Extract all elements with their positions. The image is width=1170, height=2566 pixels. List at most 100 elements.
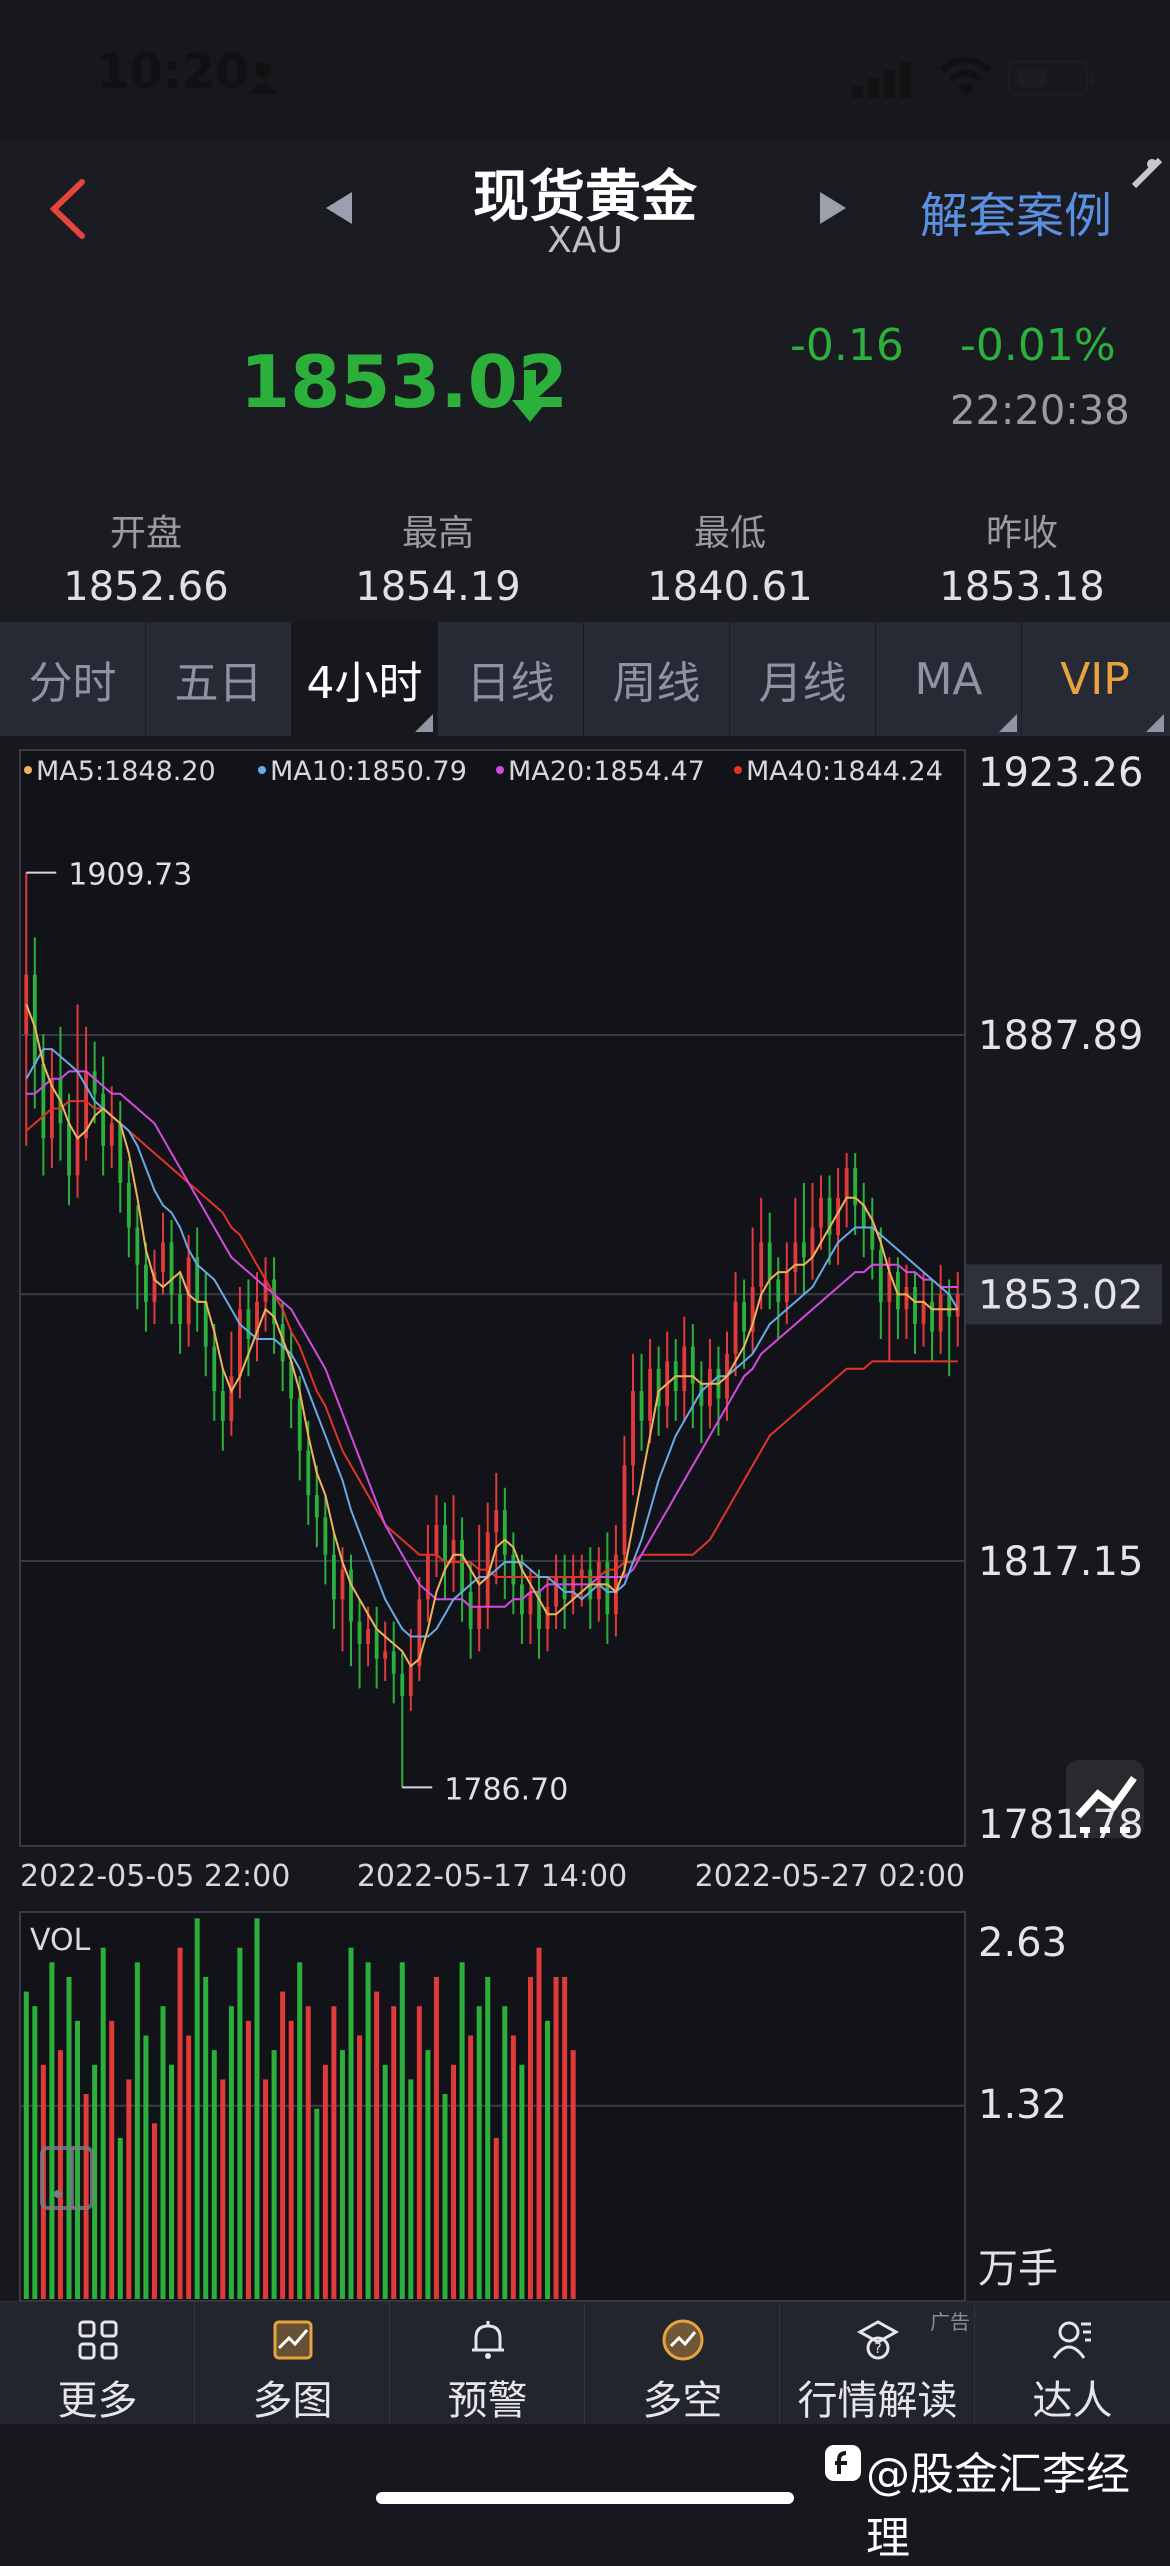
bull-bear-icon: [662, 2319, 704, 2361]
tab-monthly[interactable]: 月线: [730, 622, 876, 736]
volume-bar: [23, 1991, 29, 2299]
legend-item: MA40:1844.24: [746, 756, 943, 787]
wifi-icon: [940, 57, 992, 96]
candle: [32, 974, 37, 1064]
candle: [460, 1539, 465, 1592]
volume-bar: [545, 2020, 551, 2299]
candle: [528, 1591, 533, 1615]
volume-bar: [134, 1962, 140, 2299]
case-link[interactable]: 解套案例: [920, 176, 1112, 246]
candle: [622, 1465, 627, 1555]
stat-value: 1852.66: [63, 564, 229, 610]
candle: [554, 1576, 559, 1607]
price-change-percent: -0.01%: [960, 320, 1116, 371]
volume-bar: [476, 2006, 482, 2299]
volume-bar: [49, 1962, 55, 2299]
candle: [92, 1071, 97, 1094]
tab-daily[interactable]: 日线: [438, 622, 584, 736]
platform-logo-icon: [825, 2445, 861, 2481]
volume-bar: [220, 2079, 226, 2299]
candle: [648, 1368, 653, 1421]
home-indicator: [376, 2492, 794, 2504]
volume-bar: [263, 2079, 269, 2299]
candle: [212, 1346, 217, 1392]
volume-bar: [237, 1947, 243, 2299]
candle: [784, 1272, 789, 1302]
y-tick-label: 1853.02: [978, 1272, 1143, 1318]
volume-bar: [117, 2137, 123, 2299]
volume-bar: [57, 2050, 63, 2299]
tab-4hour[interactable]: 4小时: [292, 622, 438, 736]
volume-bar: [459, 1962, 465, 2299]
candle: [511, 1554, 516, 1585]
prev-symbol-icon[interactable]: [322, 188, 356, 228]
legend-item: MA20:1854.47: [508, 756, 705, 787]
stat-value: 1840.61: [647, 564, 813, 610]
candle: [374, 1629, 379, 1659]
candle: [408, 1666, 413, 1696]
candle: [930, 1301, 935, 1332]
x-tick-label: 2022-05-27 02:00: [695, 1859, 965, 1894]
next-symbol-icon[interactable]: [816, 188, 850, 228]
volume-bar: [126, 2079, 132, 2299]
nav-multi-chart[interactable]: 多图: [195, 2302, 390, 2424]
candle: [921, 1301, 926, 1325]
down-arrow-icon: [512, 370, 548, 422]
chart-area[interactable]: MA5:1848.20 MA10:1850.79 MA20:1854.47 MA40:…: [0, 736, 1170, 2301]
candle: [613, 1554, 618, 1615]
volume-bar: [451, 2064, 457, 2299]
candle: [331, 1554, 336, 1600]
candle: [767, 1242, 772, 1280]
price-change: -0.16: [790, 320, 904, 371]
volume-bar: [519, 2064, 525, 2299]
candle: [306, 1450, 311, 1496]
legend-item: MA5:1848.20: [36, 756, 216, 787]
nav-more[interactable]: 更多: [0, 2302, 195, 2424]
candle: [178, 1294, 183, 1325]
candle: [314, 1495, 319, 1518]
volume-bar: [109, 2020, 115, 2299]
stat-prev-close: 昨收 1853.18: [876, 504, 1168, 610]
candle: [776, 1279, 781, 1302]
volume-bar: [151, 2123, 157, 2299]
candle: [502, 1510, 507, 1555]
volume-y-label: 1.32: [978, 2082, 1067, 2128]
expert-icon: [1052, 2321, 1091, 2359]
volume-bar: [365, 1962, 371, 2299]
volume-bar: [382, 2064, 388, 2299]
tab-weekly[interactable]: 周线: [584, 622, 730, 736]
back-arrow-icon[interactable]: [40, 174, 100, 244]
header-bar: 现货黄金 XAU 解套案例: [0, 140, 1170, 279]
quote-time: 22:20:38: [950, 388, 1130, 434]
status-time: 10:20: [96, 44, 249, 100]
tab-vip[interactable]: VIP: [1022, 622, 1168, 736]
volume-bar: [442, 2094, 448, 2299]
nav-bull-bear[interactable]: 多空: [585, 2302, 780, 2424]
chart-switch-icon[interactable]: [1066, 1760, 1144, 1838]
volume-bar: [32, 2006, 38, 2299]
candle: [118, 1123, 123, 1183]
volume-bar: [254, 1918, 260, 2299]
nav-label: 多图: [252, 2378, 333, 2424]
volume-bar: [339, 2050, 345, 2299]
tab-minute[interactable]: 分时: [0, 622, 146, 736]
tab-ma[interactable]: MA: [876, 622, 1022, 736]
candle: [229, 1376, 234, 1421]
stat-label: 最低: [693, 513, 766, 554]
corner-badge-icon: [1131, 157, 1163, 189]
volume-bar: [314, 2108, 320, 2299]
nav-alert[interactable]: 预警: [390, 2302, 585, 2424]
volume-bar: [502, 2006, 508, 2299]
candle: [357, 1621, 362, 1644]
nav-expert[interactable]: 达人: [975, 2302, 1170, 2424]
nav-label: 行情解读: [797, 2378, 958, 2424]
candle: [161, 1242, 165, 1273]
volume-bar: [271, 2050, 277, 2299]
volume-bar: [245, 2020, 251, 2299]
candle: [434, 1524, 439, 1555]
candle: [494, 1510, 499, 1533]
candle: [67, 1123, 71, 1176]
volume-bar: [562, 1976, 568, 2299]
tab-five-day[interactable]: 五日: [146, 622, 292, 736]
volume-y-label: 万手: [978, 2246, 1058, 2292]
